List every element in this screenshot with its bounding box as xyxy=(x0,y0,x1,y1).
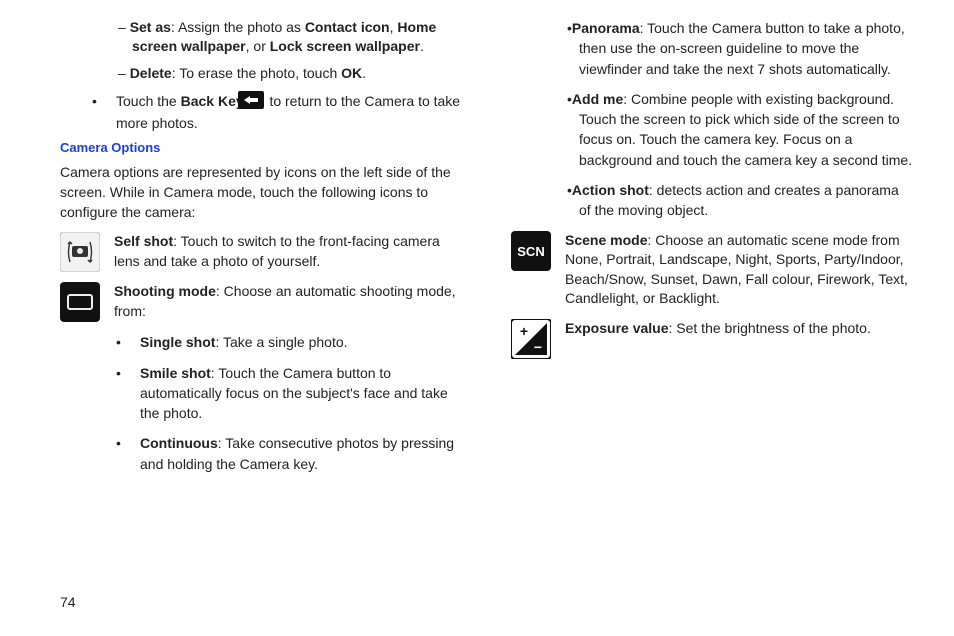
exposure-row: + − Exposure value: Set the brightness o… xyxy=(511,319,914,359)
camera-options-intro: Camera options are represented by icons … xyxy=(60,163,463,222)
scenemode-row: SCN Scene mode: Choose an automatic scen… xyxy=(511,231,914,309)
back-key-icon xyxy=(250,91,264,114)
panorama-item: •Panorama: Touch the Camera button to ta… xyxy=(511,18,914,79)
page-number: 74 xyxy=(60,594,76,610)
delete-item: Delete: To erase the photo, touch OK. xyxy=(60,64,463,83)
svg-text:−: − xyxy=(534,339,542,355)
exposure-icon: + − xyxy=(511,319,551,359)
backkey-item: •Touch the Back Key to return to the Cam… xyxy=(60,91,463,133)
continuous-shot: •Continuous: Take consecutive photos by … xyxy=(60,433,463,474)
single-shot: •Single shot: Take a single photo. xyxy=(60,332,463,352)
svg-text:+: + xyxy=(520,323,528,339)
shootingmode-icon xyxy=(60,282,100,322)
addme-item: •Add me: Combine people with existing ba… xyxy=(511,89,914,170)
right-column: •Panorama: Touch the Camera button to ta… xyxy=(511,18,914,484)
camera-options-heading: Camera Options xyxy=(60,140,463,155)
left-column: Set as: Assign the photo as Contact icon… xyxy=(60,18,463,484)
scenemode-icon: SCN xyxy=(511,231,551,271)
selfshot-row: Self shot: Touch to switch to the front-… xyxy=(60,232,463,272)
setas-item: Set as: Assign the photo as Contact icon… xyxy=(60,18,463,56)
svg-text:SCN: SCN xyxy=(517,244,544,259)
actionshot-item: •Action shot: detects action and creates… xyxy=(511,180,914,221)
selfshot-icon xyxy=(60,232,100,272)
shootingmode-row: Shooting mode: Choose an automatic shoot… xyxy=(60,282,463,322)
smile-shot: •Smile shot: Touch the Camera button to … xyxy=(60,363,463,424)
